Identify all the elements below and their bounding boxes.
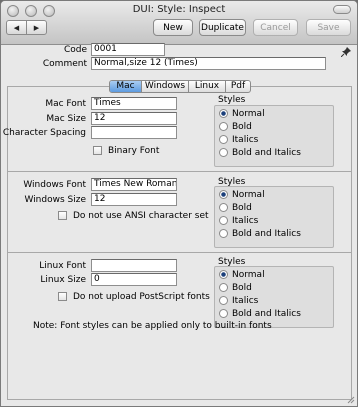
next-record-button[interactable]: ▶	[26, 21, 46, 34]
linux-size-field[interactable]: 0	[91, 273, 177, 286]
arrow-left-icon: ◀	[13, 23, 20, 32]
cancel-button[interactable]: Cancel	[253, 19, 298, 36]
windows-style-normal-radio[interactable]: Normal	[219, 189, 265, 200]
record-navigation: ◀ ▶	[6, 20, 47, 35]
no-ansi-label: Do not use ANSI character set	[73, 210, 209, 221]
checkbox-icon	[58, 211, 67, 220]
window-title: DUI: Style: Inspect	[132, 4, 226, 15]
style-option-label: Bold and Italics	[232, 147, 301, 158]
style-option-label: Normal	[232, 269, 265, 280]
radio-icon	[219, 296, 228, 305]
windows-font-label: Windows Font	[23, 180, 86, 190]
radio-icon	[219, 229, 228, 238]
style-option-label: Bold and Italics	[232, 228, 301, 239]
character-spacing-label: Character Spacing	[2, 128, 86, 138]
binary-font-label: Binary Font	[108, 145, 160, 156]
style-option-label: Bold	[232, 202, 252, 213]
style-option-label: Bold	[232, 121, 252, 132]
mac-font-field[interactable]: Times	[91, 97, 177, 110]
mac-size-label: Mac Size	[46, 114, 86, 124]
arrow-right-icon: ▶	[33, 23, 40, 32]
section-divider	[8, 171, 351, 172]
linux-font-field[interactable]	[91, 259, 177, 272]
radio-icon	[219, 216, 228, 225]
mac-style-bold-radio[interactable]: Bold	[219, 121, 252, 132]
radio-selected-icon	[219, 190, 228, 199]
code-field[interactable]: 0001	[91, 43, 165, 56]
style-option-label: Normal	[232, 108, 265, 119]
save-button[interactable]: Save	[306, 19, 351, 36]
character-spacing-field[interactable]	[91, 126, 177, 139]
radio-icon	[219, 203, 228, 212]
style-option-label: Italics	[232, 134, 259, 145]
mac-styles-title: Styles	[218, 95, 246, 105]
font-styles-note: Note: Font styles can be applied only to…	[33, 321, 272, 331]
windows-size-field[interactable]: 12	[91, 193, 177, 206]
mac-style-bold-italics-radio[interactable]: Bold and Italics	[219, 147, 301, 158]
windows-styles-group: Normal Bold Italics Bold and Italics	[214, 186, 334, 248]
radio-icon	[219, 122, 228, 131]
windows-style-bold-radio[interactable]: Bold	[219, 202, 252, 213]
checkbox-icon	[58, 292, 67, 301]
linux-style-italics-radio[interactable]: Italics	[219, 295, 258, 306]
no-postscript-checkbox[interactable]: Do not upload PostScript fonts	[58, 291, 210, 302]
no-postscript-label: Do not upload PostScript fonts	[73, 291, 210, 302]
inspect-window: DUI: Style: Inspect ◀ ▶ New Duplicate Ca…	[0, 0, 358, 407]
style-option-label: Bold and Italics	[232, 308, 301, 319]
comment-field[interactable]: Normal,size 12 (Times)	[91, 57, 326, 70]
radio-selected-icon	[219, 270, 228, 279]
style-option-label: Normal	[232, 189, 265, 200]
section-divider	[8, 252, 351, 253]
radio-icon	[219, 135, 228, 144]
toolbar-toggle-button[interactable]	[333, 5, 351, 14]
resize-grip-icon[interactable]	[345, 394, 355, 404]
windows-size-label: Windows Size	[24, 195, 86, 205]
code-label: Code	[63, 45, 87, 55]
linux-style-normal-radio[interactable]: Normal	[219, 269, 265, 280]
style-option-label: Italics	[232, 215, 259, 226]
tab-pdf[interactable]: Pdf	[225, 81, 250, 92]
windows-font-field[interactable]: Times New Roman	[91, 178, 177, 191]
windows-style-bold-italics-radio[interactable]: Bold and Italics	[219, 228, 301, 239]
comment-label: Comment	[42, 59, 87, 69]
radio-icon	[219, 148, 228, 157]
no-ansi-checkbox[interactable]: Do not use ANSI character set	[58, 210, 209, 221]
binary-font-checkbox[interactable]: Binary Font	[93, 145, 159, 156]
mac-style-italics-radio[interactable]: Italics	[219, 134, 258, 145]
title-bar: DUI: Style: Inspect ◀ ▶ New Duplicate Ca…	[1, 1, 357, 45]
linux-font-label: Linux Font	[39, 261, 86, 271]
style-option-label: Bold	[232, 282, 252, 293]
radio-icon	[219, 309, 228, 318]
mac-size-field[interactable]: 12	[91, 112, 177, 125]
style-option-label: Italics	[232, 295, 259, 306]
previous-record-button[interactable]: ◀	[7, 21, 26, 34]
mac-font-label: Mac Font	[45, 99, 86, 109]
tab-linux[interactable]: Linux	[188, 81, 225, 92]
tab-windows[interactable]: Windows	[141, 81, 188, 92]
checkbox-icon	[93, 146, 102, 155]
mac-styles-group: Normal Bold Italics Bold and Italics	[214, 105, 334, 167]
platform-tabs: Mac Windows Linux Pdf	[109, 80, 251, 93]
linux-styles-group: Normal Bold Italics Bold and Italics	[214, 266, 334, 328]
radio-selected-icon	[219, 109, 228, 118]
tab-mac[interactable]: Mac	[110, 81, 141, 92]
new-button[interactable]: New	[153, 19, 193, 36]
linux-size-label: Linux Size	[40, 275, 86, 285]
radio-icon	[219, 283, 228, 292]
linux-style-bold-radio[interactable]: Bold	[219, 282, 252, 293]
duplicate-button[interactable]: Duplicate	[199, 19, 246, 36]
windows-style-italics-radio[interactable]: Italics	[219, 215, 258, 226]
pin-icon[interactable]	[340, 47, 351, 60]
mac-style-normal-radio[interactable]: Normal	[219, 108, 265, 119]
linux-style-bold-italics-radio[interactable]: Bold and Italics	[219, 308, 301, 319]
